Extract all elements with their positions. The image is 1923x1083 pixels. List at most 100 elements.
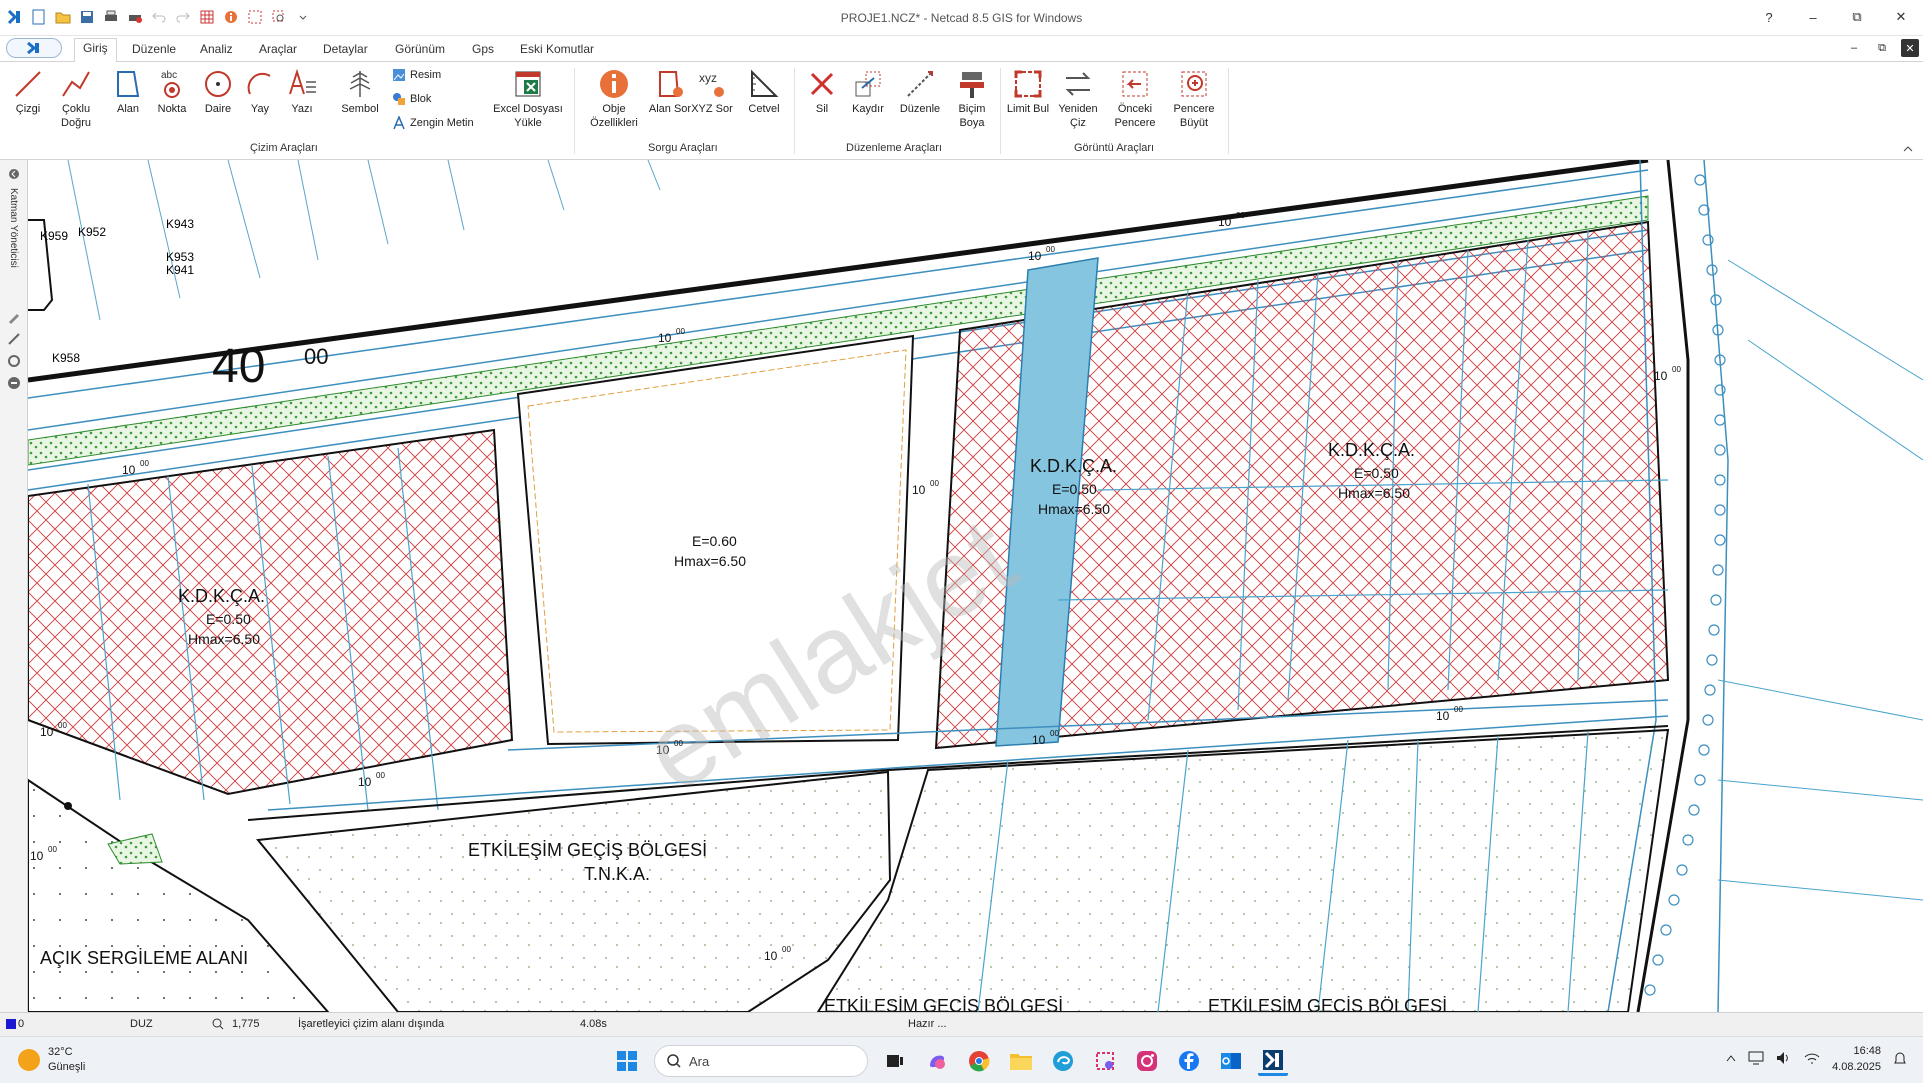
alan-sor-button[interactable]: Alan Sor [648, 68, 692, 116]
layer-manager-panel[interactable]: Katman Yöneticisi [0, 160, 28, 1012]
status-ready: Hazır ... [908, 1018, 947, 1030]
zengin-metin-button[interactable]: Zengin Metin [392, 116, 474, 130]
doc-close-icon[interactable]: ✕ [1901, 39, 1919, 57]
measure-icon[interactable] [7, 354, 21, 368]
snipping-tool-button[interactable] [1090, 1046, 1120, 1076]
bicim-boya-button[interactable]: Biçim Boya [950, 68, 994, 130]
yazi-button[interactable]: Yazı [280, 68, 324, 116]
svg-text:xyz: xyz [699, 71, 717, 85]
area-icon [117, 71, 140, 97]
volume-icon[interactable] [1776, 1051, 1792, 1068]
title-bar: PROJE1.NCZ* - Netcad 8.5 GIS for Windows… [0, 0, 1923, 36]
status-layer[interactable]: 0 [18, 1018, 24, 1030]
status-mode[interactable]: DUZ [130, 1018, 153, 1030]
duzenle-button[interactable]: Düzenle [898, 68, 942, 116]
yeniden-ciz-button[interactable]: Yeniden Çiz [1056, 68, 1100, 130]
acik-label: AÇIK SERGİLEME ALANI [40, 948, 248, 968]
tab-araclar[interactable]: Araçlar [251, 40, 305, 58]
svg-text:00: 00 [48, 845, 57, 854]
chevron-up-icon[interactable] [1726, 1053, 1736, 1065]
svg-text:00: 00 [676, 327, 685, 336]
file-explorer-button[interactable] [1006, 1046, 1036, 1076]
daire-label: Daire [204, 103, 232, 115]
copilot-button[interactable] [922, 1046, 952, 1076]
app-menu-button[interactable] [6, 38, 62, 58]
sil-button[interactable]: Sil [800, 68, 844, 116]
pencil-icon[interactable] [7, 310, 21, 324]
doc-minimize-icon[interactable]: – [1845, 39, 1863, 57]
clock[interactable]: 16:48 4.08.2025 [1832, 1043, 1881, 1075]
draw-icon[interactable] [7, 332, 21, 346]
map-canvas[interactable]: 40 00 K959 K952 K943 K953 K941 K958 K.D.… [28, 160, 1923, 1012]
chrome-button[interactable] [964, 1046, 994, 1076]
alan-button[interactable]: Alan [106, 68, 150, 116]
format-paint-icon [960, 72, 984, 98]
coklu-dogru-button[interactable]: Çoklu Doğru [54, 68, 98, 130]
xyz-sor-button[interactable]: xyz XYZ Sor [690, 68, 734, 116]
display-icon[interactable] [1748, 1051, 1764, 1068]
duzenle-label: Düzenle [899, 103, 941, 115]
previous-window-icon [1122, 71, 1148, 97]
nokta-button[interactable]: abc Nokta [150, 68, 194, 116]
pencere-buyut-button[interactable]: Pencere Büyüt [1168, 68, 1220, 130]
instagram-button[interactable] [1132, 1046, 1162, 1076]
notification-icon[interactable] [1893, 1051, 1907, 1068]
onceki-pencere-button[interactable]: Önceki Pencere [1110, 68, 1160, 130]
document-controls: – ⧉ ✕ [1845, 39, 1919, 57]
help-button[interactable]: ? [1747, 0, 1791, 34]
weather-widget[interactable]: 32°C Güneşli [18, 1045, 85, 1075]
svg-text:00: 00 [782, 945, 791, 954]
netcad-taskbar-button[interactable] [1258, 1046, 1288, 1076]
map-drawing[interactable]: 40 00 K959 K952 K943 K953 K941 K958 K.D.… [28, 160, 1923, 1012]
etkilesim-label: ETKİLEŞİM GEÇİŞ BÖLGESİ [468, 840, 707, 860]
move-icon [855, 71, 881, 97]
edge-button[interactable] [1048, 1046, 1078, 1076]
cizgi-button[interactable]: Çizgi [6, 68, 50, 116]
close-button[interactable]: ✕ [1879, 0, 1923, 34]
taskbar-apps: Ara [612, 1045, 1288, 1077]
sembol-button[interactable]: Sembol [338, 68, 382, 116]
tab-giris[interactable]: Giriş [74, 38, 117, 63]
resim-button[interactable]: Resim [392, 68, 441, 82]
sil-label: Sil [815, 103, 829, 115]
maximize-button[interactable]: ⧉ [1835, 0, 1879, 34]
minimize-button[interactable]: – [1791, 0, 1835, 34]
svg-text:00: 00 [1236, 211, 1245, 220]
blok-button[interactable]: Blok [392, 92, 431, 106]
obje-ozellikleri-button[interactable]: Obje Özellikleri [586, 68, 642, 130]
daire-button[interactable]: Daire [196, 68, 240, 116]
kaydir-button[interactable]: Kaydır [846, 68, 890, 116]
facebook-button[interactable] [1174, 1046, 1204, 1076]
taskbar-search[interactable]: Ara [654, 1045, 868, 1077]
excel-button[interactable]: Excel Dosyası Yükle [490, 68, 566, 130]
tab-analiz[interactable]: Analiz [192, 40, 241, 58]
yay-button[interactable]: Yay [238, 68, 282, 116]
doc-restore-icon[interactable]: ⧉ [1873, 39, 1891, 57]
obje-label: Obje Özellikleri [590, 103, 638, 129]
tab-gorunum[interactable]: Görünüm [387, 40, 453, 58]
layer-manager-label: Katman Yöneticisi [8, 188, 19, 268]
tab-detaylar[interactable]: Detaylar [315, 40, 376, 58]
minus-icon[interactable] [7, 376, 21, 390]
svg-text:00: 00 [930, 479, 939, 488]
tab-gps[interactable]: Gps [464, 40, 502, 58]
svg-text:10: 10 [1436, 709, 1450, 723]
line-icon [15, 71, 41, 97]
cetvel-button[interactable]: Cetvel [742, 68, 786, 116]
limit-bul-button[interactable]: Limit Bul [1006, 68, 1050, 116]
svg-text:00: 00 [1046, 245, 1055, 254]
ribbon-tabs: Giriş Düzenle Analiz Araçlar Detaylar Gö… [0, 36, 1923, 63]
task-view-button[interactable] [880, 1046, 910, 1076]
tab-duzenle[interactable]: Düzenle [124, 40, 184, 58]
svg-text:00: 00 [1672, 365, 1681, 374]
network-icon[interactable] [1804, 1051, 1820, 1068]
zone-h: Hmax=6.50 [1038, 501, 1110, 517]
tab-eski-komutlar[interactable]: Eski Komutlar [512, 40, 602, 58]
point-marker [64, 802, 72, 810]
ribbon-collapse-icon[interactable] [1903, 142, 1913, 156]
outlook-button[interactable] [1216, 1046, 1246, 1076]
zone-name: K.D.K.Ç.A. [1328, 440, 1415, 460]
panel-toggle-icon[interactable] [8, 168, 20, 180]
start-button[interactable] [612, 1046, 642, 1076]
svg-text:10: 10 [40, 725, 54, 739]
